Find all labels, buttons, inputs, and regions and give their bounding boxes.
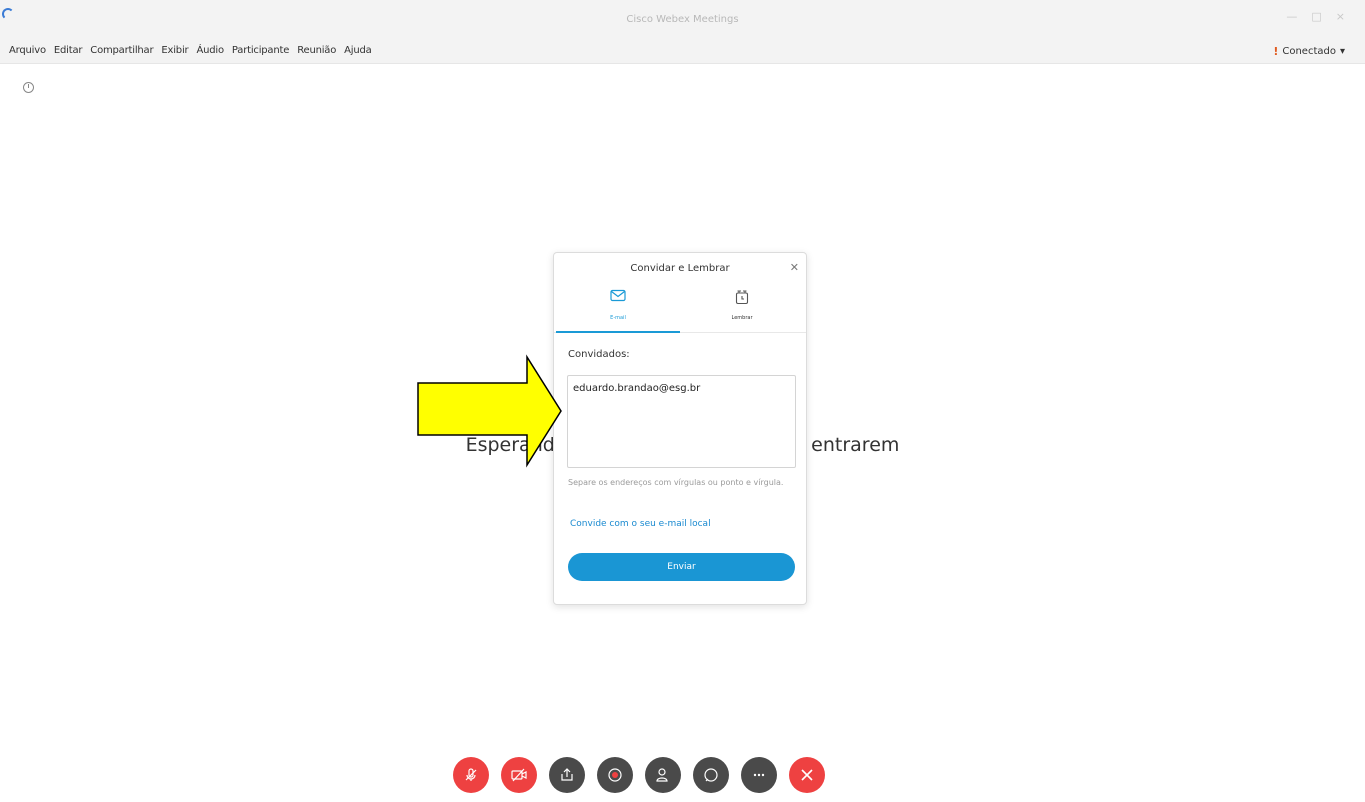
menu-participante[interactable]: Participante bbox=[232, 45, 289, 56]
menu-bar: Arquivo Editar Compartilhar Exibir Áudio… bbox=[0, 40, 1365, 64]
participants-icon bbox=[656, 768, 668, 782]
dialog-tabs: E-mail Lembrar bbox=[554, 283, 806, 333]
invite-dialog: Convidar e Lembrar ✕ E-mail Lembrar Conv… bbox=[553, 252, 807, 605]
chat-icon bbox=[704, 768, 718, 782]
chevron-down-icon: ▾ bbox=[1339, 46, 1345, 57]
share-button[interactable] bbox=[549, 757, 585, 793]
alarm-clock-icon bbox=[735, 290, 749, 305]
dialog-title: Convidar e Lembrar bbox=[630, 263, 730, 274]
record-button[interactable] bbox=[597, 757, 633, 793]
share-icon bbox=[561, 768, 573, 781]
chat-button[interactable] bbox=[693, 757, 729, 793]
more-button[interactable] bbox=[741, 757, 777, 793]
tab-remind-label: Lembrar bbox=[731, 315, 753, 321]
tab-email-label: E-mail bbox=[610, 315, 626, 321]
more-icon bbox=[753, 773, 765, 777]
leave-button[interactable] bbox=[789, 757, 825, 793]
guests-input[interactable] bbox=[567, 375, 796, 468]
tab-email[interactable]: E-mail bbox=[556, 283, 680, 333]
connection-label: Conectado bbox=[1282, 46, 1336, 57]
close-icon bbox=[801, 769, 813, 781]
title-bar: Cisco Webex Meetings — □ × bbox=[0, 0, 1365, 40]
close-window-icon[interactable]: × bbox=[1336, 10, 1345, 24]
menu-reuniao[interactable]: Reunião bbox=[297, 45, 336, 56]
video-button[interactable] bbox=[501, 757, 537, 793]
meeting-info-icon[interactable] bbox=[23, 82, 34, 93]
menu-compartilhar[interactable]: Compartilhar bbox=[90, 45, 153, 56]
minimize-icon[interactable]: — bbox=[1286, 10, 1297, 24]
mute-button[interactable] bbox=[453, 757, 489, 793]
video-off-icon bbox=[511, 768, 527, 782]
record-icon bbox=[608, 768, 622, 782]
connection-status[interactable]: ! Conectado ▾ bbox=[1273, 45, 1345, 58]
close-icon[interactable]: ✕ bbox=[790, 261, 799, 274]
send-button[interactable]: Enviar bbox=[568, 553, 795, 581]
guests-hint: Separe os endereços com vírgulas ou pont… bbox=[568, 478, 784, 487]
window-controls: — □ × bbox=[1286, 10, 1345, 24]
meeting-controls bbox=[453, 757, 825, 793]
tab-remind[interactable]: Lembrar bbox=[680, 283, 804, 333]
menu-arquivo[interactable]: Arquivo bbox=[9, 45, 46, 56]
microphone-muted-icon bbox=[465, 768, 477, 781]
maximize-icon[interactable]: □ bbox=[1311, 10, 1321, 24]
participants-button[interactable] bbox=[645, 757, 681, 793]
local-email-link[interactable]: Convide com o seu e-mail local bbox=[570, 519, 711, 529]
menu-exibir[interactable]: Exibir bbox=[161, 45, 188, 56]
menu-ajuda[interactable]: Ajuda bbox=[344, 45, 372, 56]
window-title: Cisco Webex Meetings bbox=[626, 14, 739, 25]
menu-audio[interactable]: Áudio bbox=[196, 45, 224, 56]
connection-icon: ! bbox=[1273, 45, 1279, 58]
menu-editar[interactable]: Editar bbox=[54, 45, 83, 56]
envelope-icon bbox=[610, 289, 626, 302]
guests-label: Convidados: bbox=[568, 349, 630, 360]
